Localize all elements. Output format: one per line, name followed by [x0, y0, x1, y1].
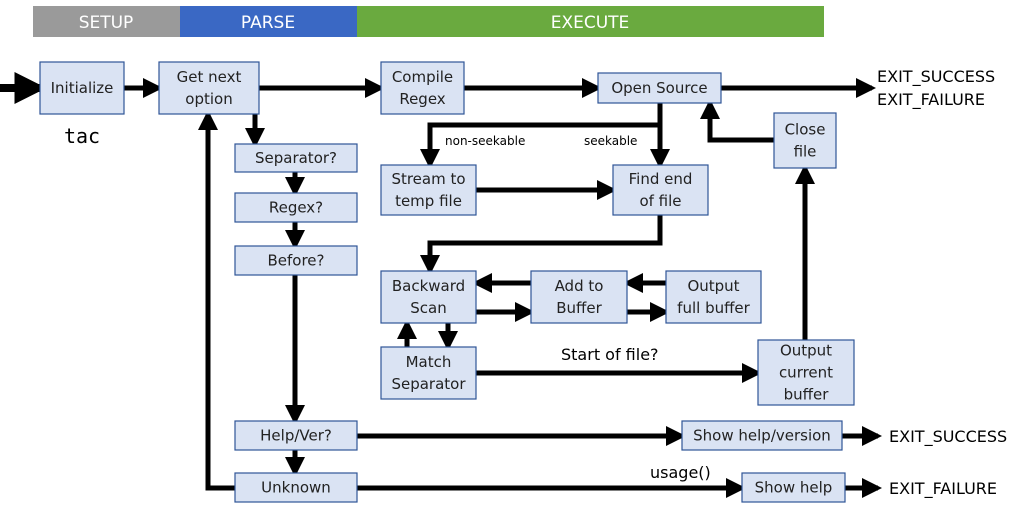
node-help-ver: Help/Ver? [234, 420, 358, 451]
node-initialize: Initialize [39, 61, 125, 115]
label-seekable: seekable [584, 134, 637, 148]
node-backward-scan: Backward Scan [380, 270, 477, 324]
node-label: buffer [784, 386, 830, 404]
node-label: Show help/version [693, 427, 831, 445]
node-before: Before? [234, 245, 358, 276]
node-open-source: Open Source [597, 72, 722, 104]
node-label: Buffer [556, 299, 602, 317]
node-regex: Regex? [234, 192, 358, 223]
node-separator: Separator? [234, 143, 358, 173]
node-get-next-option: Get next option [158, 61, 260, 115]
node-label: Help/Ver? [260, 427, 332, 445]
node-match-separator: Match Separator [380, 346, 477, 400]
node-unknown: Unknown [234, 472, 358, 503]
node-label: Open Source [611, 79, 707, 97]
node-label: current [779, 364, 833, 382]
node-stream-to-temp: Stream to temp file [380, 164, 477, 216]
arrow-findend-to-backward [420, 215, 663, 275]
node-label: Initialize [51, 79, 114, 97]
label-start-of-file: Start of file? [561, 345, 659, 364]
exit-success-main: EXIT_SUCCESS [877, 67, 995, 87]
node-label: Match [406, 353, 452, 371]
phase-setup-label: SETUP [79, 13, 134, 33]
node-label: Separator? [255, 149, 337, 167]
tac-flow-diagram: SETUP PARSE EXECUTE Initialize Get next op… [0, 6, 1007, 503]
node-label: of file [639, 192, 681, 210]
node-label: Separator [391, 375, 466, 393]
node-label: Compile [392, 68, 453, 86]
arrow-unknown-loop-to-getopt [198, 110, 235, 491]
node-show-help-version: Show help/version [681, 420, 843, 451]
node-find-end: Find end of file [612, 164, 709, 216]
node-label: Stream to [391, 170, 465, 188]
label-non-seekable: non-seekable [445, 134, 525, 148]
node-label: Unknown [261, 479, 331, 497]
node-label: Backward [392, 277, 465, 295]
node-label: Output [780, 342, 832, 360]
phase-execute-label: EXECUTE [551, 13, 630, 33]
node-label: Add to [555, 277, 604, 295]
node-label: Output [687, 277, 739, 295]
node-label: Before? [267, 252, 324, 270]
node-label: file [794, 143, 817, 161]
phase-parse-label: PARSE [241, 13, 295, 33]
node-label: Scan [410, 299, 446, 317]
exit-failure-main: EXIT_FAILURE [877, 90, 985, 110]
program-name: tac [64, 124, 100, 148]
node-label: Regex [399, 90, 445, 108]
node-output-current: Output current buffer [757, 339, 855, 406]
node-label: Close [785, 121, 826, 139]
node-label: option [185, 90, 232, 108]
node-output-full: Output full buffer [665, 270, 762, 324]
node-show-help: Show help [741, 472, 846, 503]
node-compile-regex: Compile Regex [380, 61, 465, 115]
node-label: Get next [177, 68, 242, 86]
node-add-to-buffer: Add to Buffer [530, 270, 628, 324]
node-label: Find end [629, 170, 693, 188]
arrow-close-to-open [700, 99, 774, 143]
node-label: Regex? [269, 199, 323, 217]
exit-failure-usage: EXIT_FAILURE [889, 479, 997, 499]
node-label: temp file [395, 192, 462, 210]
node-label: Show help [755, 479, 833, 497]
label-usage: usage() [650, 463, 711, 482]
node-close-file: Close file [773, 112, 837, 169]
exit-success-help: EXIT_SUCCESS [889, 427, 1007, 447]
node-label: full buffer [677, 299, 750, 317]
